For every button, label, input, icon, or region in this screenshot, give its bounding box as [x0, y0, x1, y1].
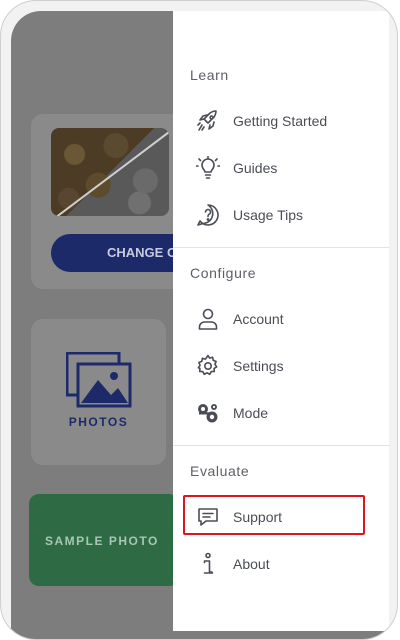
menu-item-label: Getting Started [233, 113, 328, 129]
device-frame: CHANGE CO PHOTOS SAMPLE PHOTO Learn Gett… [0, 0, 398, 640]
menu-item-usage-tips[interactable]: Usage Tips [190, 195, 375, 235]
menu-item-mode[interactable]: Mode [190, 393, 375, 433]
lightbulb-icon [194, 154, 222, 182]
info-icon [194, 550, 222, 578]
photos-icon [66, 352, 132, 408]
menu-item-label: Mode [233, 405, 269, 421]
gears-mode-icon [194, 399, 222, 427]
menu-item-label: Usage Tips [233, 207, 304, 223]
menu-item-guides[interactable]: Guides [190, 148, 375, 188]
section-title-configure: Configure [190, 265, 257, 281]
menu-item-getting-started[interactable]: Getting Started [190, 101, 375, 141]
support-highlight-box [183, 495, 365, 535]
menu-item-about[interactable]: About [190, 544, 375, 584]
question-circle-icon [194, 201, 222, 229]
photo-thumbnail [51, 128, 169, 216]
section-title-evaluate: Evaluate [190, 463, 250, 479]
navigation-drawer: Learn Getting Started Guides Usage Tips … [173, 11, 389, 631]
section-title-learn: Learn [190, 67, 229, 83]
rocket-icon [194, 107, 222, 135]
menu-item-label: Settings [233, 358, 284, 374]
photos-card[interactable]: PHOTOS [31, 319, 166, 465]
menu-item-label: Guides [233, 160, 278, 176]
menu-item-settings[interactable]: Settings [190, 346, 375, 386]
gear-icon [194, 352, 222, 380]
section-divider [173, 445, 389, 446]
menu-item-label: About [233, 556, 270, 572]
section-divider [173, 247, 389, 248]
sample-photo-button[interactable]: SAMPLE PHOTO [29, 494, 179, 586]
user-icon [194, 305, 222, 333]
menu-item-label: Account [233, 311, 284, 327]
menu-item-account[interactable]: Account [190, 299, 375, 339]
photos-label: PHOTOS [68, 415, 129, 429]
